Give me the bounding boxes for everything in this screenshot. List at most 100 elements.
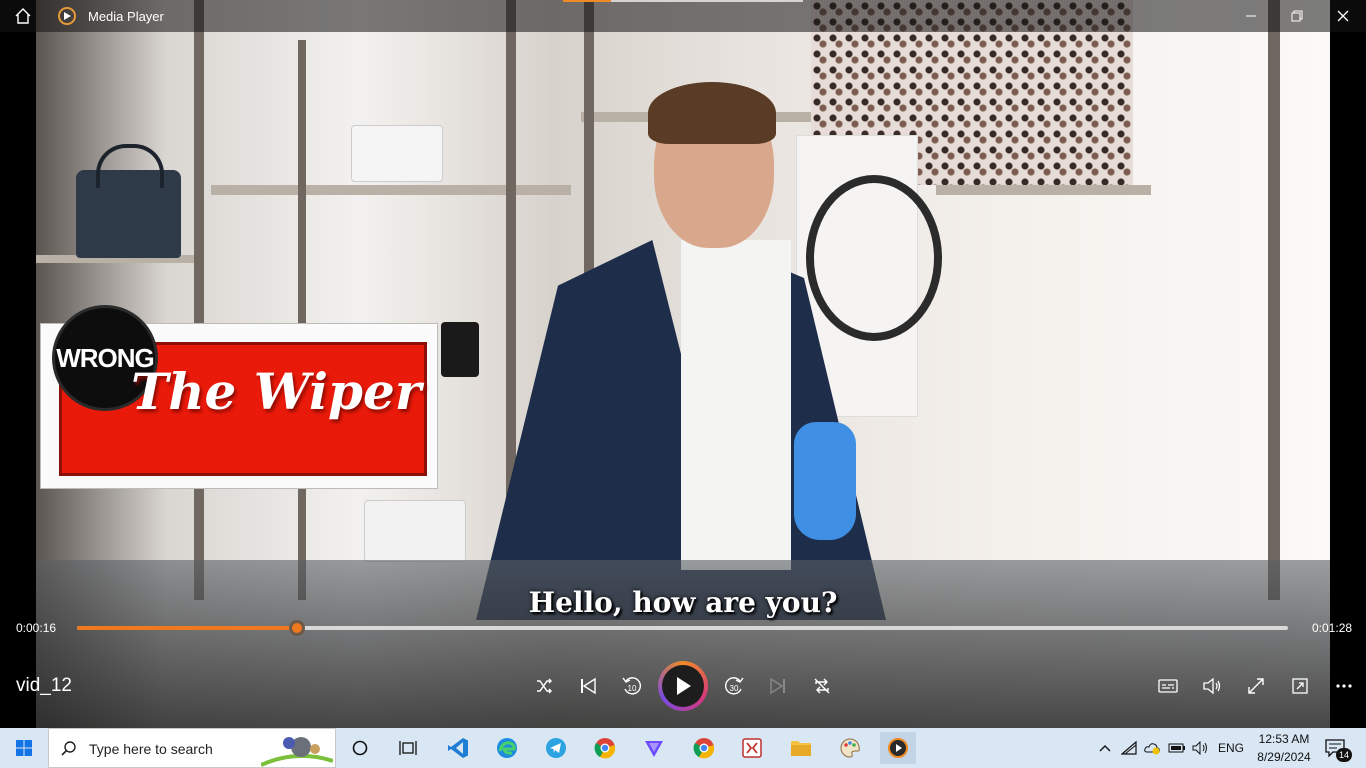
more-options-button[interactable] — [1326, 668, 1362, 704]
task-view-button[interactable] — [390, 732, 426, 764]
windows-icon — [16, 740, 32, 756]
fullscreen-icon — [1248, 678, 1264, 694]
person-shirt — [681, 240, 791, 570]
start-button[interactable] — [6, 732, 42, 764]
shelf — [936, 185, 1151, 195]
vpn-icon — [645, 741, 663, 757]
fullscreen-button[interactable] — [1238, 668, 1274, 704]
skip-previous-icon — [581, 677, 596, 695]
cloud-warning-icon — [1144, 743, 1160, 755]
chrome-icon — [594, 738, 616, 759]
shelf — [211, 185, 571, 195]
network-button[interactable] — [1118, 732, 1140, 764]
window-title: Media Player — [88, 9, 164, 24]
chrome-icon — [693, 738, 715, 759]
rewind-icon: 10 — [622, 677, 641, 695]
cortana-button[interactable] — [342, 732, 378, 764]
title-bar: Media Player — [0, 0, 1366, 32]
search-placeholder: Type here to search — [89, 741, 213, 757]
search-highlight-image — [261, 737, 333, 767]
clock-time[interactable]: 12:53 AM — [1256, 732, 1312, 746]
video-frame[interactable]: WRONG The Wiper Hello, how are you? — [36, 0, 1330, 728]
captions-icon — [1158, 679, 1178, 693]
language-indicator[interactable]: ENG — [1218, 741, 1244, 755]
subtitle-text: Hello, how are you? — [528, 586, 838, 619]
repeat-off-icon — [814, 678, 830, 694]
scarf-pattern — [806, 175, 942, 341]
media-player-app-icon — [58, 7, 76, 25]
taskbar-search-box[interactable]: Type here to search — [48, 728, 336, 768]
battery-icon — [1168, 743, 1185, 753]
logo-title: The Wiper — [131, 362, 422, 421]
play-button-inner — [662, 665, 704, 707]
proton-vpn-taskbar-button[interactable] — [636, 732, 672, 764]
vscode-taskbar-button[interactable] — [440, 732, 476, 764]
captions-button[interactable] — [1150, 668, 1186, 704]
search-icon — [61, 741, 76, 756]
person-hair — [648, 82, 776, 144]
paint-taskbar-button[interactable] — [832, 732, 868, 764]
handbag-dark — [76, 144, 181, 258]
handbag-white — [364, 500, 466, 562]
chevron-up-icon — [1099, 745, 1111, 752]
handbag-black — [441, 322, 479, 377]
home-button[interactable] — [0, 0, 46, 32]
onedrive-button[interactable] — [1142, 732, 1164, 764]
restore-icon — [1291, 10, 1303, 22]
notification-center-button[interactable]: 14 — [1318, 732, 1352, 764]
current-time: 0:00:16 — [16, 621, 57, 635]
minimize-button[interactable] — [1228, 0, 1274, 32]
app-taskbar-button[interactable] — [734, 732, 770, 764]
fast-forward-icon: 30 — [725, 677, 744, 695]
rewind-10-button[interactable]: 10 — [614, 668, 650, 704]
total-time: 0:01:28 — [1312, 621, 1353, 635]
folder-icon — [791, 741, 811, 756]
forward-30-button[interactable]: 30 — [716, 668, 752, 704]
volume-tray-button[interactable] — [1190, 732, 1212, 764]
file-explorer-taskbar-button[interactable] — [783, 732, 819, 764]
restore-button[interactable] — [1274, 0, 1320, 32]
seek-bar[interactable] — [77, 620, 1288, 636]
play-icon — [677, 677, 691, 695]
wifi-icon — [1121, 741, 1137, 755]
close-icon — [1337, 10, 1349, 22]
shelf-post — [194, 0, 204, 600]
shuffle-button[interactable] — [526, 668, 562, 704]
play-button[interactable] — [658, 661, 708, 711]
shuffle-icon — [537, 678, 552, 694]
telegram-icon — [546, 738, 566, 758]
battery-button[interactable] — [1166, 732, 1188, 764]
handbag-white — [351, 125, 443, 182]
show-hidden-icons-button[interactable] — [1094, 732, 1116, 764]
seek-bar-fill — [77, 626, 298, 630]
edge-icon — [497, 738, 517, 758]
svg-text:10: 10 — [628, 684, 637, 693]
mini-player-button[interactable] — [1282, 668, 1318, 704]
edge-taskbar-button[interactable] — [489, 732, 525, 764]
paint-palette-icon — [840, 738, 860, 758]
app-icon — [742, 738, 762, 758]
spray-bottle — [794, 422, 856, 540]
mini-player-icon — [1292, 678, 1308, 694]
logo-badge: WRONG The Wiper — [40, 308, 438, 489]
home-icon — [15, 8, 31, 24]
next-button[interactable] — [760, 668, 796, 704]
clock-date[interactable]: 8/29/2024 — [1254, 750, 1314, 764]
volume-icon — [1203, 677, 1221, 695]
vscode-icon — [448, 738, 468, 758]
close-button[interactable] — [1320, 0, 1366, 32]
media-player-icon — [888, 738, 908, 758]
minimize-icon — [1246, 15, 1256, 17]
shelf-post — [1268, 0, 1280, 600]
cortana-icon — [352, 740, 368, 756]
repeat-off-button[interactable] — [804, 668, 840, 704]
task-view-icon — [399, 741, 417, 755]
media-name: vid_12 — [16, 675, 72, 696]
chrome-taskbar-button[interactable] — [587, 732, 623, 764]
chrome-profile-taskbar-button[interactable] — [686, 732, 722, 764]
volume-button[interactable] — [1194, 668, 1230, 704]
media-player-taskbar-button[interactable] — [880, 732, 916, 764]
telegram-taskbar-button[interactable] — [538, 732, 574, 764]
previous-button[interactable] — [570, 668, 606, 704]
skip-next-icon — [770, 677, 785, 695]
